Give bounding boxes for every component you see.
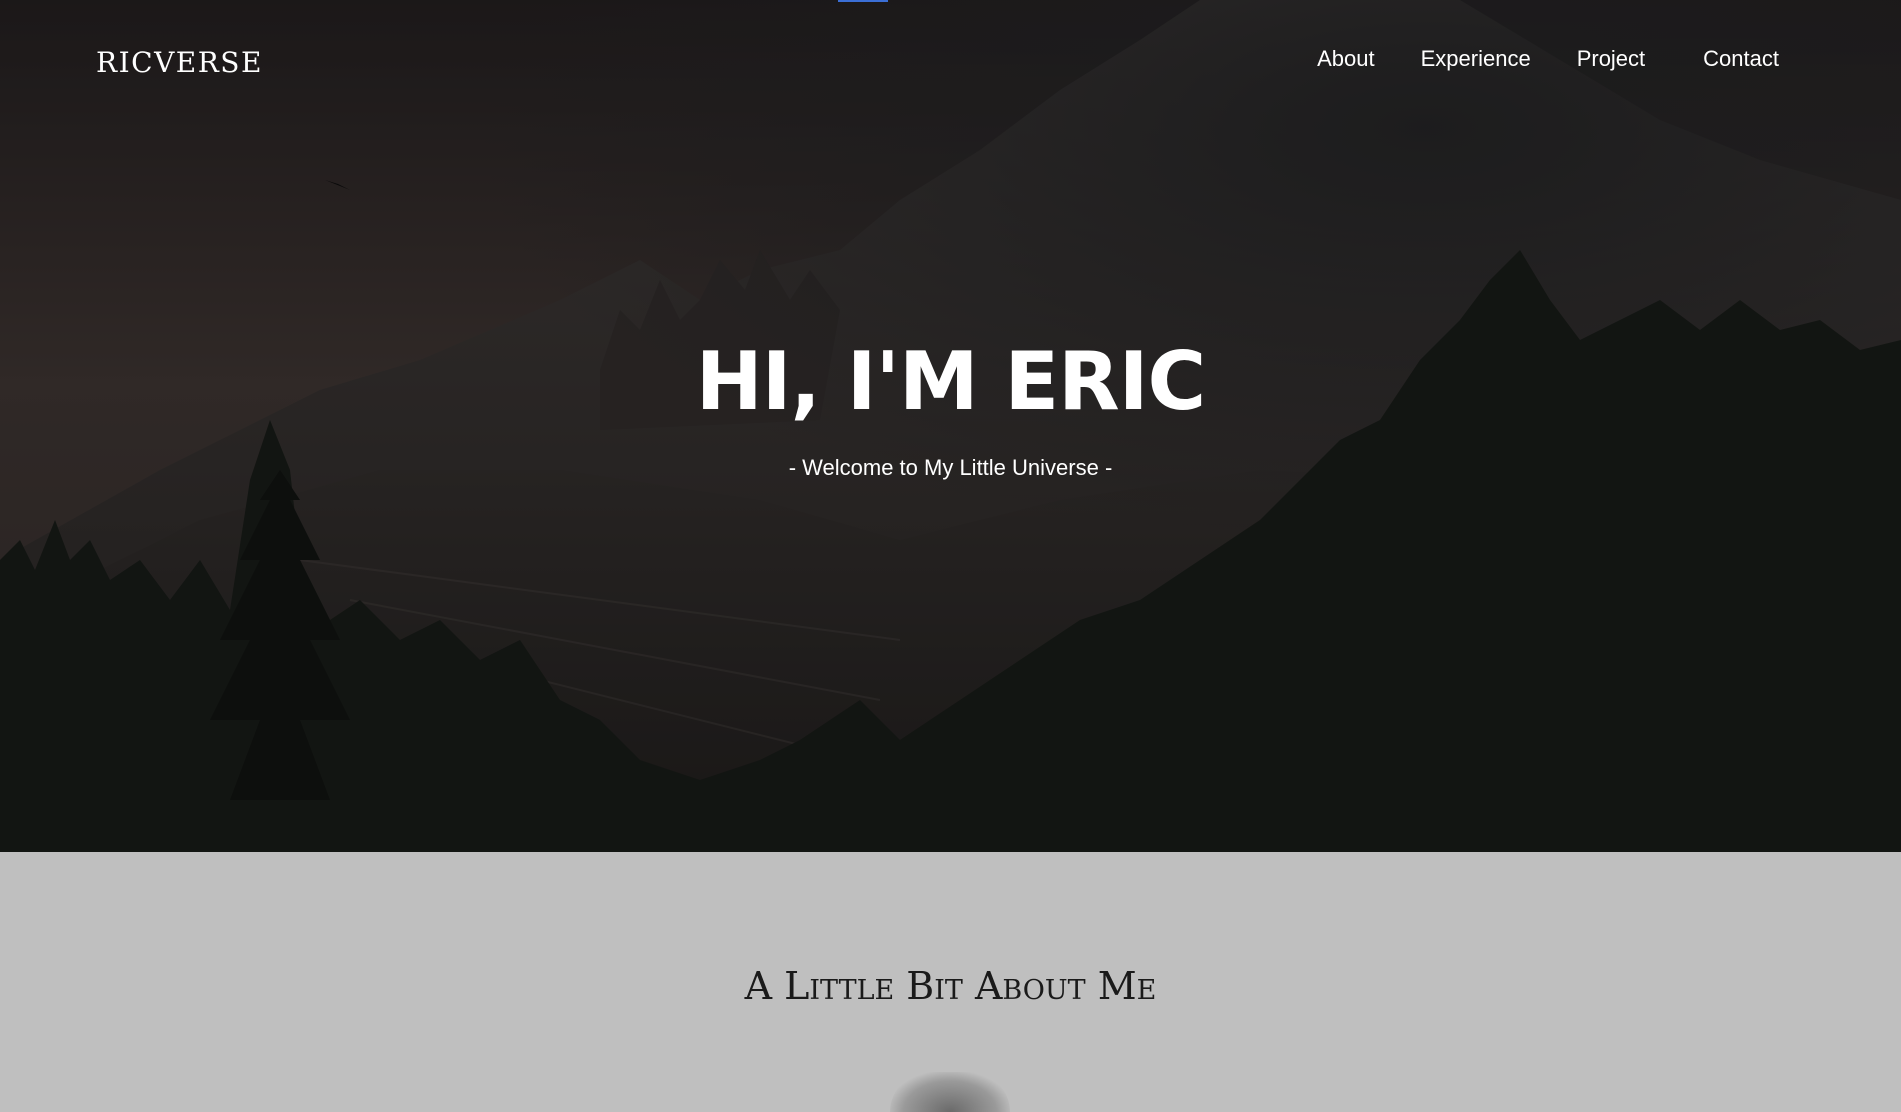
main-nav: About Experience Project Contact [1317,46,1779,72]
nav-link-about[interactable]: About [1317,46,1375,72]
top-scroll-indicator [838,0,888,2]
brand-logo[interactable]: RICVERSE [96,46,263,79]
avatar [890,1072,1010,1112]
about-section: A Little Bit About Me [0,852,1901,1112]
nav-link-contact[interactable]: Contact [1703,46,1779,72]
nav-link-project[interactable]: Project [1577,46,1645,72]
hero-section: RICVERSE About Experience Project Contac… [0,0,1901,852]
hero-subtitle: - Welcome to My Little Universe - [788,455,1113,480]
hero-title: HI, I'M ERIC [695,335,1206,428]
nav-link-experience[interactable]: Experience [1421,46,1531,72]
about-heading: A Little Bit About Me [744,964,1157,1008]
